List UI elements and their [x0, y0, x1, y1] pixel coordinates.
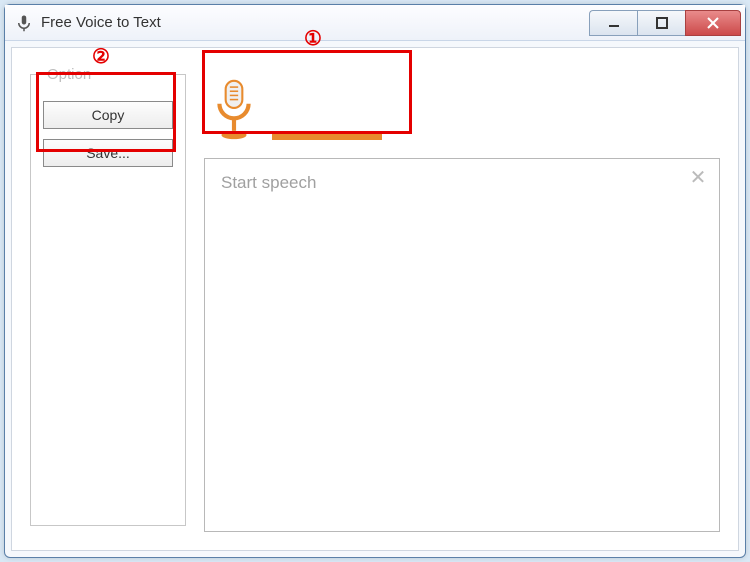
- transcript-placeholder: Start speech: [221, 173, 316, 192]
- app-window: Free Voice to Text Option Copy Save...: [4, 4, 746, 558]
- copy-button[interactable]: Copy: [43, 101, 173, 129]
- audio-level-bar: [272, 134, 382, 140]
- minimize-button[interactable]: [589, 10, 637, 36]
- content-area: Option Copy Save...: [11, 47, 739, 551]
- clear-transcript-button[interactable]: ✕: [687, 167, 709, 189]
- window-title: Free Voice to Text: [41, 14, 589, 31]
- sidebar: Option Copy Save...: [30, 66, 186, 532]
- close-icon: ✕: [690, 168, 707, 188]
- close-button[interactable]: [685, 10, 741, 36]
- save-button[interactable]: Save...: [43, 139, 173, 167]
- app-icon: [15, 14, 33, 32]
- option-group-label: Option: [43, 66, 95, 83]
- transcript-panel[interactable]: Start speech ✕: [204, 158, 720, 532]
- title-bar[interactable]: Free Voice to Text: [5, 5, 745, 41]
- record-row: [204, 66, 720, 146]
- window-controls: [589, 10, 741, 36]
- maximize-button[interactable]: [637, 10, 685, 36]
- microphone-button[interactable]: [204, 74, 264, 146]
- option-group: Option Copy Save...: [30, 66, 186, 526]
- main-pane: Start speech ✕: [204, 66, 720, 532]
